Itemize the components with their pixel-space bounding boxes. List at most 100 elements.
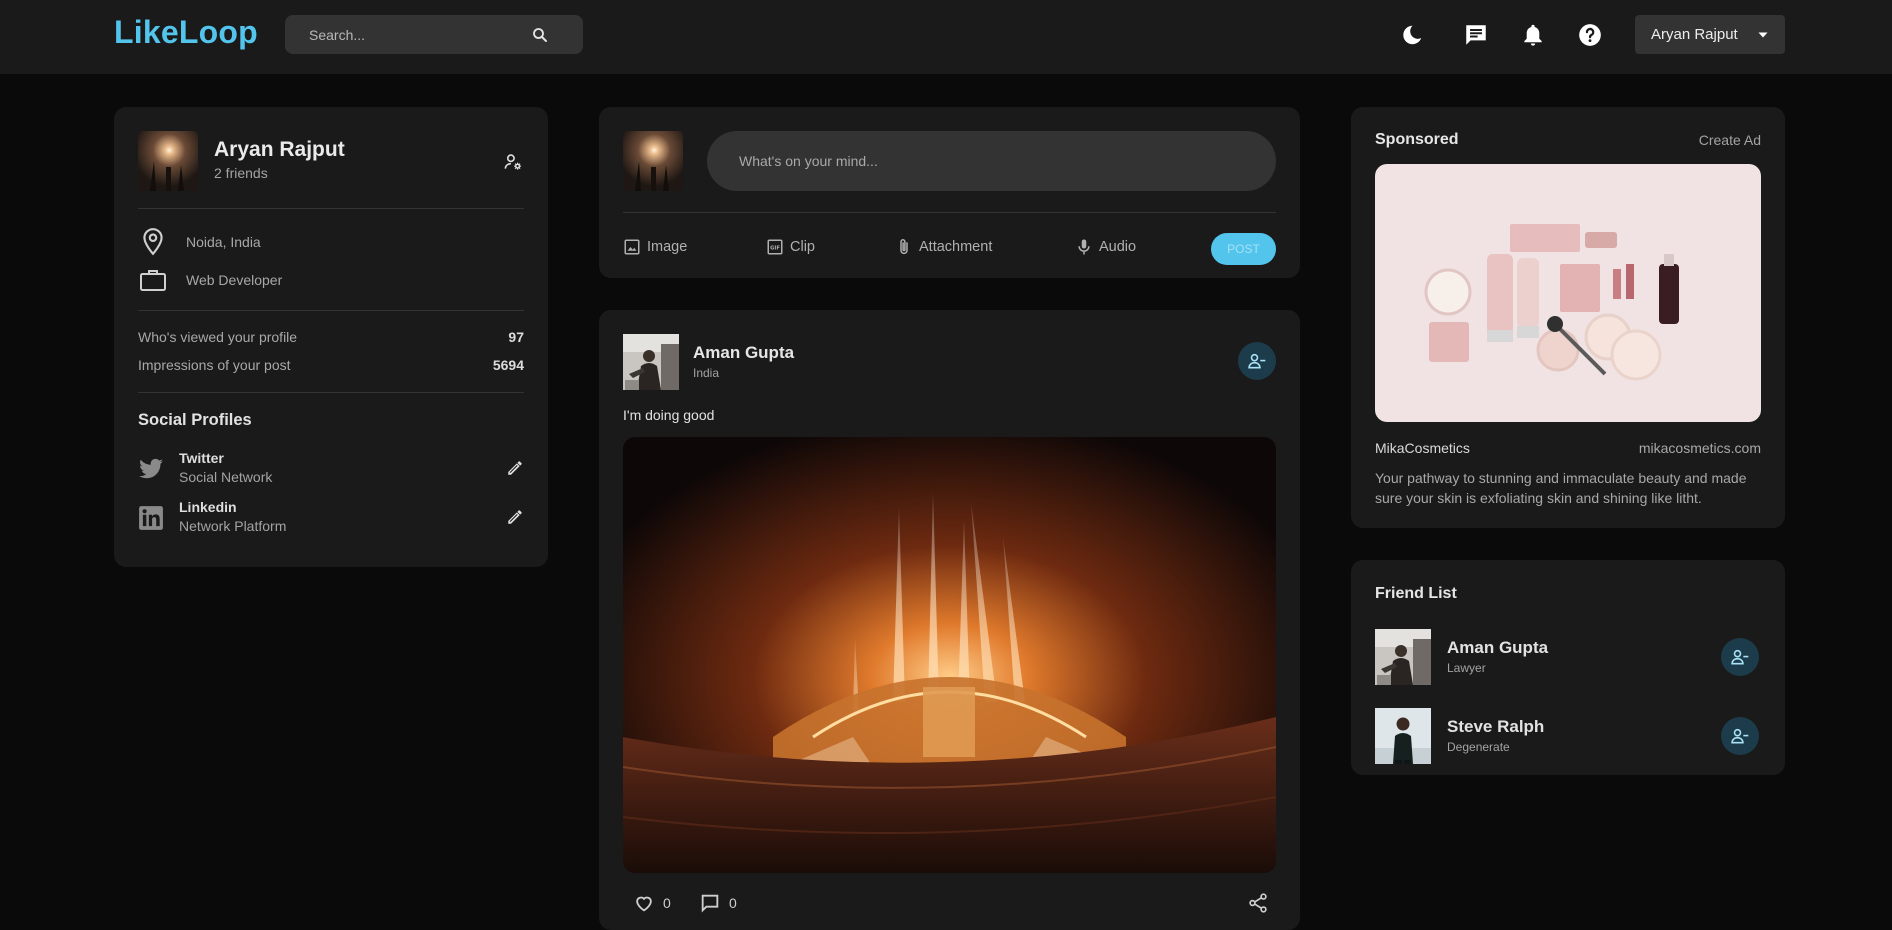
user-dropdown-label: Aryan Rajput	[1651, 26, 1738, 43]
heart-icon	[636, 896, 652, 912]
moon-icon[interactable]	[1399, 22, 1425, 48]
friend-item: Aman Gupta Lawyer	[1375, 629, 1761, 685]
stat-value: 5694	[492, 357, 524, 373]
like-button[interactable]: 0	[633, 892, 671, 914]
friend-list-title: Friend List	[1375, 585, 1457, 602]
add-audio-button[interactable]: Audio	[1075, 238, 1136, 256]
social-linkedin: Linkedin Network Platform	[138, 498, 524, 538]
location-text: Noida, India	[186, 234, 261, 250]
social-type: Network Platform	[179, 518, 287, 534]
occupation-text: Web Developer	[186, 272, 283, 288]
remove-friend-button[interactable]	[1238, 342, 1276, 380]
stat-value: 97	[508, 329, 524, 345]
image-icon	[623, 238, 641, 256]
share-icon	[1249, 893, 1267, 913]
post-text: I'm doing good	[623, 407, 715, 423]
action-label: Clip	[790, 239, 815, 255]
linkedin-icon	[138, 505, 164, 531]
remove-friend-button[interactable]	[1721, 717, 1759, 755]
stat-label: Impressions of your post	[138, 357, 291, 373]
microphone-icon	[1075, 238, 1093, 256]
stat-profile-views: Who's viewed your profile 97	[138, 329, 524, 345]
social-name[interactable]: Linkedin	[179, 499, 237, 515]
social-type: Social Network	[179, 469, 273, 485]
bell-icon[interactable]	[1520, 22, 1546, 48]
share-button[interactable]	[1247, 892, 1277, 914]
composer-field	[707, 131, 1276, 191]
briefcase-icon	[138, 265, 168, 295]
edit-icon[interactable]	[506, 508, 524, 526]
comment-icon	[701, 894, 719, 913]
ad-url-link[interactable]: mikacosmetics.com	[1639, 440, 1761, 456]
person-remove-icon	[1730, 726, 1750, 746]
post-actions: 0 0	[623, 892, 1276, 916]
occupation-row: Web Developer	[138, 265, 282, 295]
action-label: Attachment	[919, 239, 993, 255]
sponsored-widget: Sponsored Create Ad MikaCosmetics mikaco…	[1351, 107, 1785, 528]
sponsored-title: Sponsored	[1375, 131, 1459, 148]
create-ad-link[interactable]: Create Ad	[1699, 132, 1761, 148]
ad-description: Your pathway to stunning and immaculate …	[1375, 470, 1747, 506]
social-profiles-title: Social Profiles	[138, 411, 252, 429]
friend-list-widget: Friend List Aman Gupta Lawyer Steve Ralp…	[1351, 560, 1785, 775]
friend-item: Steve Ralph Degenerate	[1375, 708, 1761, 764]
action-label: Image	[647, 239, 688, 255]
edit-icon[interactable]	[506, 459, 524, 477]
add-image-button[interactable]: Image	[623, 238, 687, 256]
post-composer: Image GIF Clip Attachment Audio POST	[599, 107, 1300, 278]
add-attachment-button[interactable]: Attachment	[895, 238, 992, 256]
post-image[interactable]	[623, 437, 1276, 873]
post-button[interactable]: POST	[1211, 233, 1276, 265]
search-input[interactable]	[309, 26, 531, 43]
twitter-icon	[138, 456, 164, 482]
divider	[138, 208, 524, 209]
post-author-avatar[interactable]	[623, 334, 679, 390]
app-logo[interactable]: LikeLoop	[114, 14, 258, 51]
message-icon[interactable]	[1463, 22, 1489, 48]
ad-brand: MikaCosmetics	[1375, 440, 1470, 456]
action-label: Audio	[1099, 239, 1137, 255]
profile-avatar[interactable]	[138, 131, 198, 191]
divider	[138, 392, 524, 393]
post-author-name[interactable]: Aman Gupta	[693, 343, 794, 363]
add-clip-button[interactable]: GIF Clip	[766, 238, 815, 256]
ad-image[interactable]	[1375, 164, 1761, 422]
search-bar	[285, 15, 583, 54]
like-count: 0	[663, 895, 671, 911]
comment-button[interactable]: 0	[699, 892, 737, 914]
help-icon[interactable]	[1577, 22, 1603, 48]
post-author-location: India	[693, 366, 720, 380]
search-icon[interactable]	[531, 26, 549, 44]
gif-icon: GIF	[766, 238, 784, 256]
divider	[623, 212, 1276, 213]
composer-avatar[interactable]	[623, 131, 683, 191]
manage-account-icon[interactable]	[503, 152, 523, 172]
stat-label: Who's viewed your profile	[138, 329, 298, 345]
navbar: LikeLoop Aryan Rajput	[0, 0, 1892, 74]
friend-count: 2 friends	[214, 165, 268, 181]
divider	[138, 310, 524, 311]
friend-occupation: Lawyer	[1447, 661, 1486, 675]
friend-name[interactable]: Steve Ralph	[1447, 717, 1544, 737]
person-remove-icon	[1247, 351, 1267, 371]
stat-impressions: Impressions of your post 5694	[138, 357, 524, 373]
profile-widget: Aryan Rajput 2 friends Noida, India Web …	[114, 107, 548, 567]
feed-post: Aman Gupta India I'm doing good 0 0	[599, 310, 1300, 930]
social-twitter: Twitter Social Network	[138, 449, 524, 489]
user-dropdown[interactable]: Aryan Rajput	[1635, 15, 1785, 54]
friend-avatar[interactable]	[1375, 629, 1431, 685]
friend-occupation: Degenerate	[1447, 740, 1510, 754]
post-text-input[interactable]	[739, 153, 1244, 169]
remove-friend-button[interactable]	[1721, 638, 1759, 676]
location-pin-icon	[138, 227, 168, 257]
comment-count: 0	[729, 895, 737, 911]
caret-down-icon	[1757, 29, 1769, 41]
person-remove-icon	[1730, 647, 1750, 667]
friend-name[interactable]: Aman Gupta	[1447, 638, 1548, 658]
friend-avatar[interactable]	[1375, 708, 1431, 764]
profile-name[interactable]: Aryan Rajput	[214, 138, 345, 162]
svg-text:GIF: GIF	[770, 246, 780, 252]
paperclip-icon	[895, 238, 913, 256]
location-row: Noida, India	[138, 227, 261, 257]
social-name[interactable]: Twitter	[179, 450, 224, 466]
